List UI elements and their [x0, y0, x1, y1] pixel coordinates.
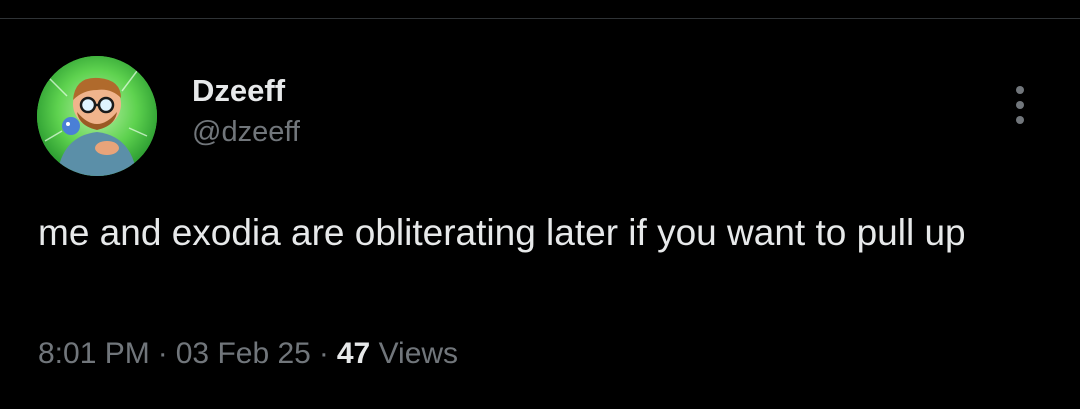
tweet-date[interactable]: 03 Feb 25 [176, 337, 311, 370]
more-vertical-icon [1016, 86, 1024, 94]
more-vertical-icon-dot [1016, 116, 1024, 124]
meta-separator: · [157, 337, 168, 370]
avatar[interactable] [37, 56, 157, 176]
tweet-meta: 8:01 PM · 03 Feb 25 · 47 Views [38, 334, 458, 374]
author-block: Dzeeff @dzeeff [192, 72, 300, 150]
top-divider [0, 18, 1080, 19]
meta-separator: · [318, 337, 329, 370]
more-options-button[interactable] [1004, 82, 1038, 128]
more-vertical-icon-dot [1016, 101, 1024, 109]
tweet-time[interactable]: 8:01 PM [38, 337, 150, 370]
views-count: 47 [336, 337, 371, 370]
avatar-image [37, 56, 157, 176]
tweet-text: me and exodia are obliterating later if … [38, 212, 966, 253]
views-label: Views [378, 337, 459, 370]
display-name[interactable]: Dzeeff [192, 72, 300, 110]
handle[interactable]: @dzeeff [192, 114, 300, 150]
